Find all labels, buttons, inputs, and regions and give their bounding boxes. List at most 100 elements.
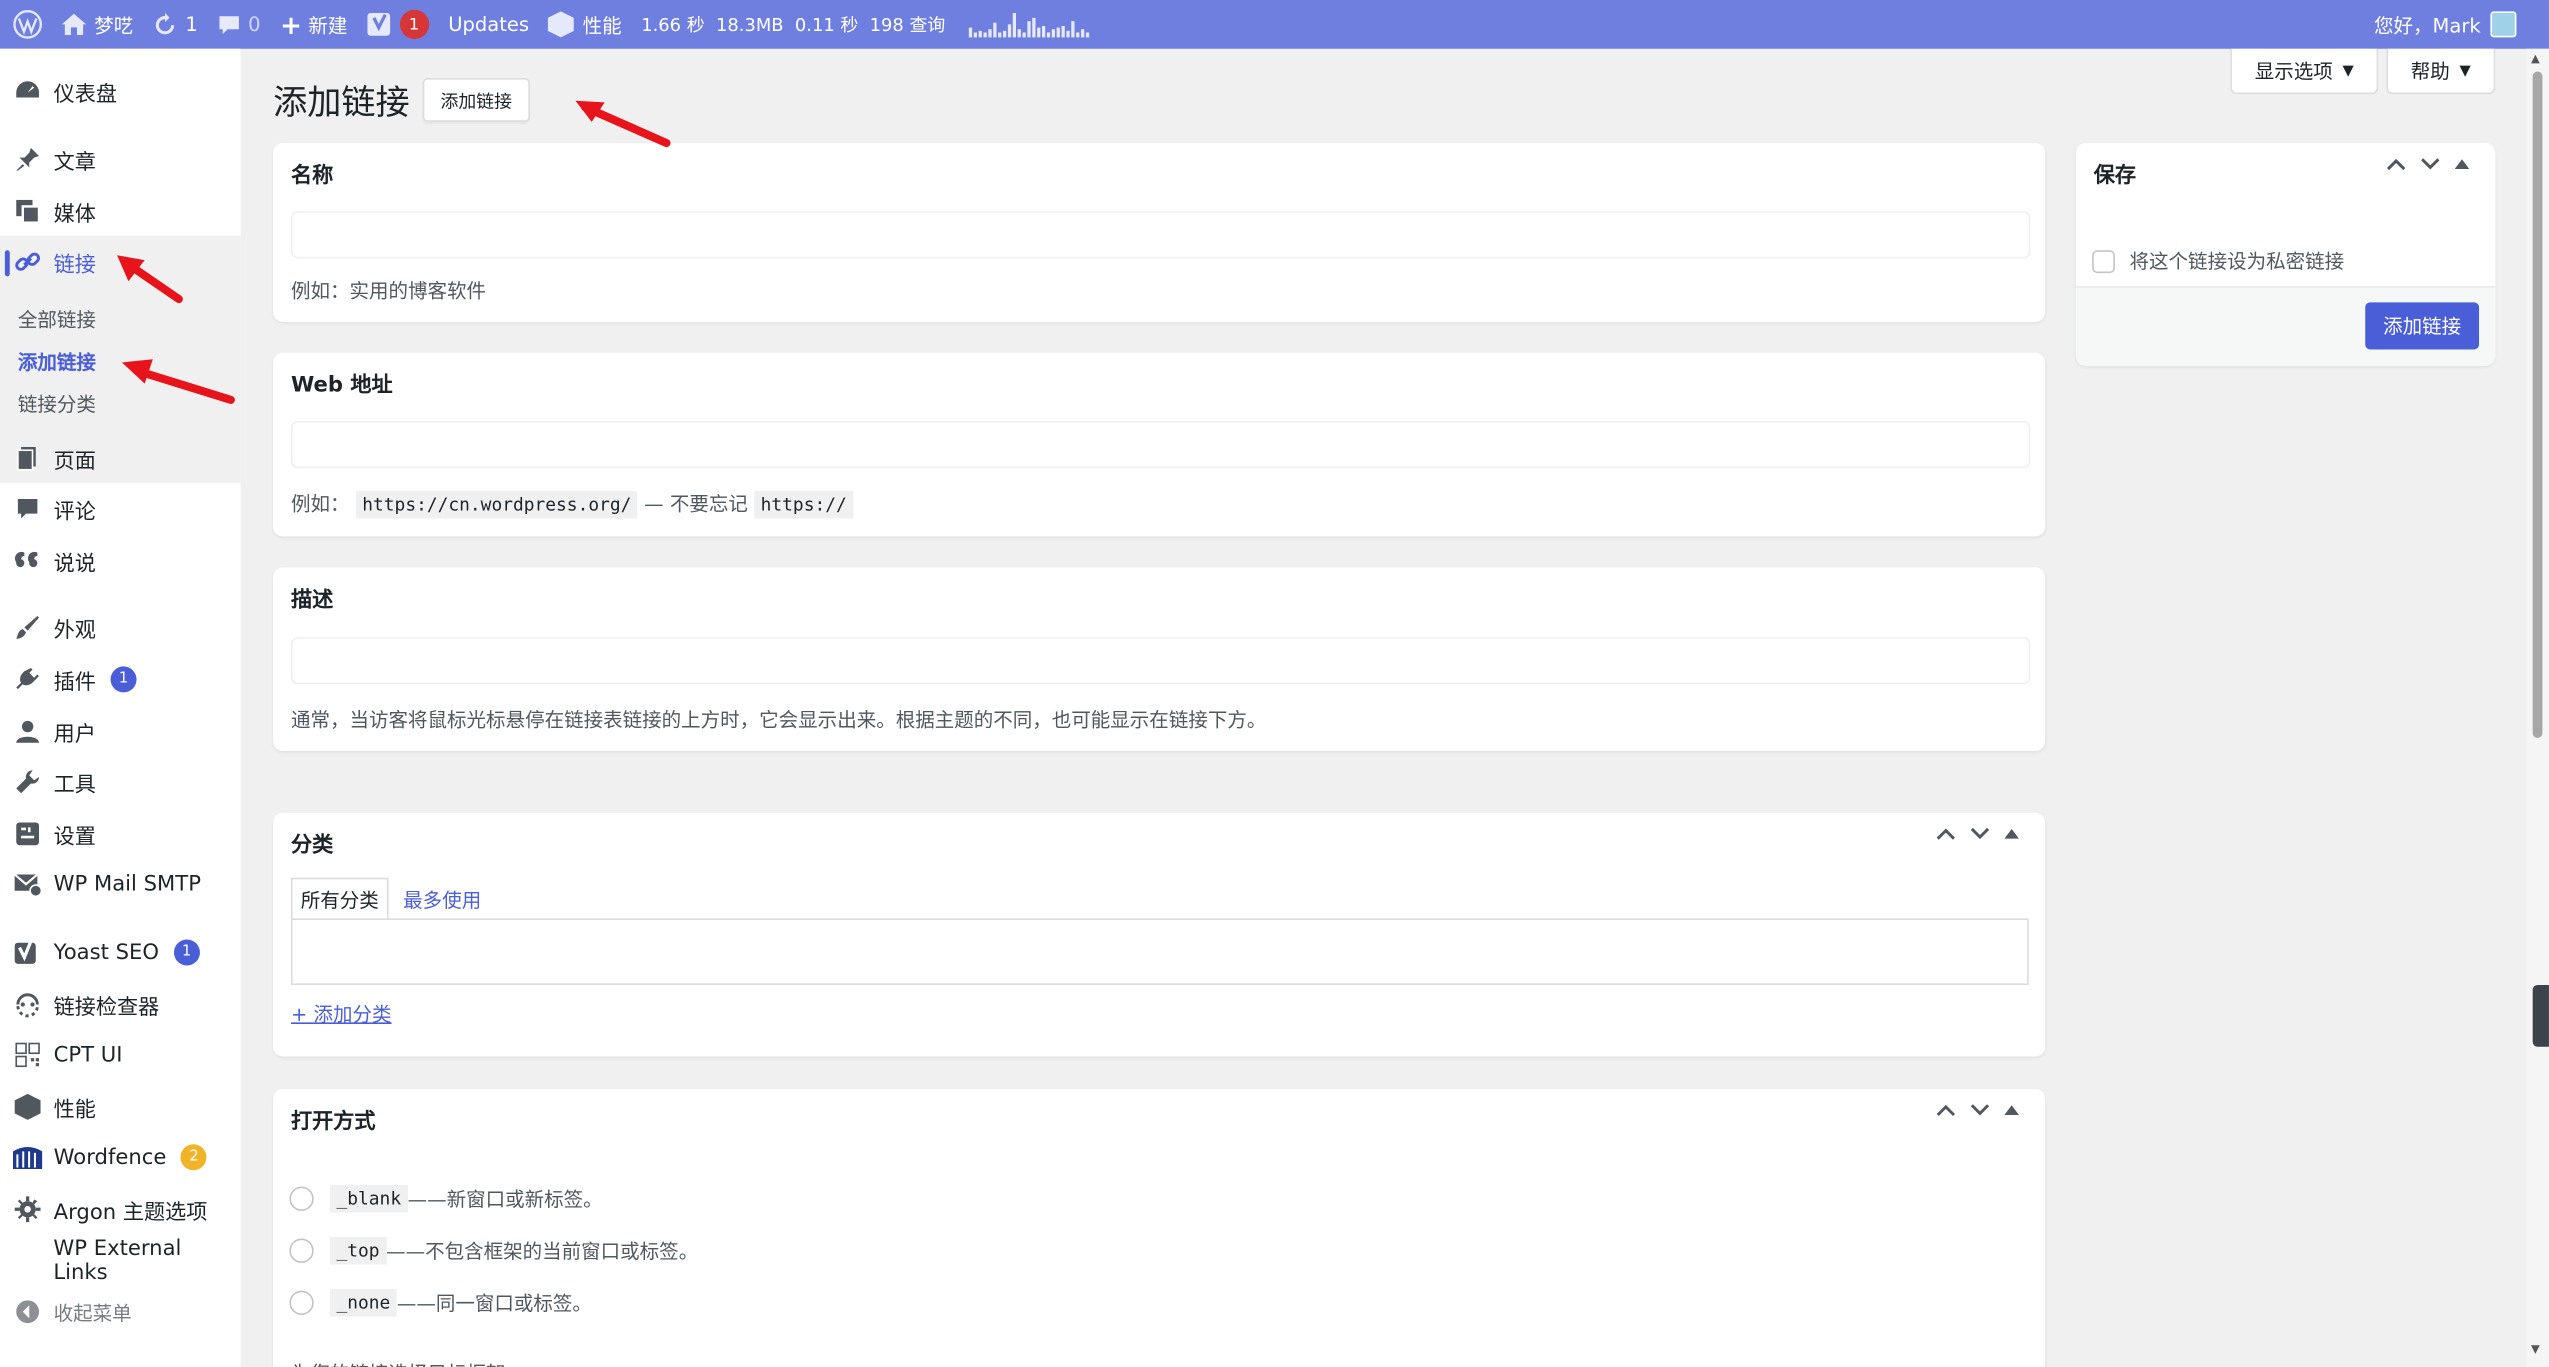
tab-most-used[interactable]: 最多使用 bbox=[389, 878, 490, 920]
cpt-icon bbox=[13, 1040, 42, 1069]
annotation-arrow-links-menu bbox=[117, 255, 183, 304]
target-box-title: 打开方式 bbox=[290, 1110, 376, 1135]
menu-item-cpt-ui[interactable]: CPT UI bbox=[0, 1031, 241, 1080]
target-box: 打开方式 _blank ——新窗口或新标签。 _top ——不包含框架的当前窗口… bbox=[273, 1089, 2046, 1367]
target-top-radio[interactable] bbox=[289, 1238, 314, 1263]
move-up-icon[interactable] bbox=[1936, 1104, 1956, 1117]
menu-item-posts[interactable]: 文章 bbox=[0, 135, 241, 184]
yoast-menu[interactable]: 1 bbox=[357, 0, 438, 49]
submenu-add-link[interactable]: 添加链接 bbox=[18, 348, 96, 376]
description-input[interactable] bbox=[290, 637, 2031, 685]
move-down-icon[interactable] bbox=[1970, 1104, 1990, 1117]
menu-label: WP External Links bbox=[53, 1236, 182, 1286]
toggle-panel-icon[interactable] bbox=[2004, 828, 2019, 839]
query-monitor[interactable]: 1.66 秒 18.3MB 0.11 秒 198 查询 bbox=[631, 0, 1099, 49]
comments-menu[interactable]: 0 bbox=[208, 0, 271, 49]
url-input[interactable] bbox=[290, 420, 2031, 469]
save-box-title: 保存 bbox=[2093, 164, 2137, 189]
toggle-panel-icon[interactable] bbox=[2454, 159, 2470, 170]
site-menu[interactable]: 梦呓 bbox=[52, 0, 143, 49]
menu-item-performance[interactable]: 性能 bbox=[0, 1083, 241, 1132]
menu-item-pages[interactable]: 页面 bbox=[0, 434, 241, 483]
comment-icon bbox=[218, 15, 239, 34]
menu-label: 插件 bbox=[53, 670, 96, 695]
menu-item-link-checker[interactable]: 链接检查器 bbox=[0, 980, 241, 1029]
comments-count: 0 bbox=[248, 13, 261, 36]
link-checker-icon bbox=[13, 990, 42, 1019]
move-down-icon[interactable] bbox=[1970, 827, 1990, 840]
menu-item-yoast-seo[interactable]: Yoast SEO 1 bbox=[0, 928, 241, 977]
media-icon bbox=[13, 197, 42, 226]
add-category-link[interactable]: + 添加分类 bbox=[291, 1000, 392, 1028]
side-feedback-tab[interactable] bbox=[2532, 984, 2549, 1047]
greeting: 您好，Mark bbox=[2374, 13, 2481, 37]
save-box: 保存 将这个链接设为私密链接 添加链接 bbox=[2075, 143, 2496, 366]
name-input[interactable] bbox=[290, 211, 2031, 259]
add-link-title-button[interactable]: 添加链接 bbox=[422, 78, 530, 122]
target-option-none: _none ——同一窗口或标签。 bbox=[289, 1288, 592, 1317]
name-box-title: 名称 bbox=[290, 164, 334, 189]
wordfence-icon bbox=[13, 1143, 43, 1172]
yoast-notification-badge: 1 bbox=[173, 939, 200, 966]
scroll-up-arrow-icon[interactable]: ▲ bbox=[2531, 52, 2540, 65]
menu-item-wp-mail-smtp[interactable]: WP Mail SMTP bbox=[0, 860, 241, 909]
home-icon bbox=[61, 13, 87, 36]
submenu-link-categories[interactable]: 链接分类 bbox=[18, 390, 96, 418]
menu-label: 用户 bbox=[53, 722, 96, 747]
move-down-icon[interactable] bbox=[2421, 158, 2441, 171]
updates-link[interactable]: Updates bbox=[438, 0, 538, 49]
user-icon bbox=[13, 717, 42, 746]
target-blank-radio[interactable] bbox=[289, 1186, 314, 1211]
move-up-icon[interactable] bbox=[2386, 158, 2406, 171]
target-footer-text: 为您的链接选择目标框架。 bbox=[291, 1359, 525, 1367]
admin-bar: 梦呓 1 0 + 新建 1 Updates 性能 1.66 秒 18.3MB 0… bbox=[0, 0, 2549, 49]
new-content-menu[interactable]: + 新建 bbox=[270, 0, 357, 49]
new-label: 新建 bbox=[308, 13, 348, 37]
scroll-down-arrow-icon[interactable]: ▼ bbox=[2531, 1343, 2540, 1356]
help-button[interactable]: 帮助 ▼ bbox=[2386, 48, 2496, 95]
url-example-code: https://cn.wordpress.org/ bbox=[355, 490, 638, 519]
performance-menu[interactable]: 性能 bbox=[539, 0, 632, 49]
collapse-menu-button[interactable]: 收起菜单 bbox=[0, 1287, 241, 1336]
menu-item-appearance[interactable]: 外观 bbox=[0, 603, 241, 652]
menu-item-comments[interactable]: 评论 bbox=[0, 484, 241, 533]
private-link-checkbox[interactable] bbox=[2092, 249, 2115, 273]
screen-options-button[interactable]: 显示选项 ▼ bbox=[2230, 48, 2379, 95]
submenu-all-links[interactable]: 全部链接 bbox=[18, 306, 96, 334]
updates-count: 1 bbox=[185, 13, 198, 36]
menu-label: 仪表盘 bbox=[53, 82, 118, 107]
menu-label: 链接 bbox=[53, 252, 96, 278]
menu-item-plugins[interactable]: 插件 1 bbox=[0, 655, 241, 704]
description-hint: 通常，当访客将鼠标光标悬停在链接表链接的上方时，它会显示出来。根据主题的不同，也… bbox=[290, 708, 1267, 732]
pin-icon bbox=[13, 145, 42, 174]
updates-menu[interactable]: 1 bbox=[143, 0, 207, 49]
add-link-submit-button[interactable]: 添加链接 bbox=[2365, 302, 2480, 350]
menu-item-settings[interactable]: 设置 bbox=[0, 809, 241, 858]
category-box-title: 分类 bbox=[290, 833, 334, 859]
tab-all-categories[interactable]: 所有分类 bbox=[290, 877, 389, 920]
yoast-icon bbox=[366, 13, 390, 36]
my-account-menu[interactable]: 您好，Mark bbox=[2374, 0, 2517, 49]
menu-label: 页面 bbox=[53, 449, 96, 474]
menu-item-dashboard[interactable]: 仪表盘 bbox=[0, 67, 241, 116]
menu-label: 评论 bbox=[53, 499, 96, 525]
menu-item-tools[interactable]: 工具 bbox=[0, 757, 241, 806]
menu-item-argon[interactable]: Argon 主题选项 bbox=[0, 1185, 241, 1234]
menu-item-users[interactable]: 用户 bbox=[0, 707, 241, 756]
wrench-icon bbox=[13, 767, 42, 796]
move-up-icon[interactable] bbox=[1936, 827, 1956, 840]
menu-item-media[interactable]: 媒体 bbox=[0, 187, 241, 236]
menu-item-wp-external-links[interactable]: WP External Links bbox=[0, 1237, 241, 1286]
menu-item-wordfence[interactable]: Wordfence 2 bbox=[0, 1133, 241, 1182]
help-label: 帮助 bbox=[2410, 60, 2450, 83]
yoast-icon bbox=[13, 938, 42, 967]
target-none-radio[interactable] bbox=[289, 1290, 314, 1315]
menu-label: 说说 bbox=[53, 551, 96, 577]
plugin-icon bbox=[13, 665, 42, 694]
menu-item-shuoshuo[interactable]: 说说 bbox=[0, 536, 241, 585]
scroll-thumb[interactable] bbox=[2532, 71, 2543, 738]
wordpress-logo-icon[interactable] bbox=[0, 0, 52, 49]
toggle-panel-icon[interactable] bbox=[2004, 1105, 2019, 1116]
target-option-blank: _blank ——新窗口或新标签。 bbox=[289, 1184, 603, 1213]
page-scrollbar[interactable]: ▲ ▼ bbox=[2526, 48, 2549, 1367]
